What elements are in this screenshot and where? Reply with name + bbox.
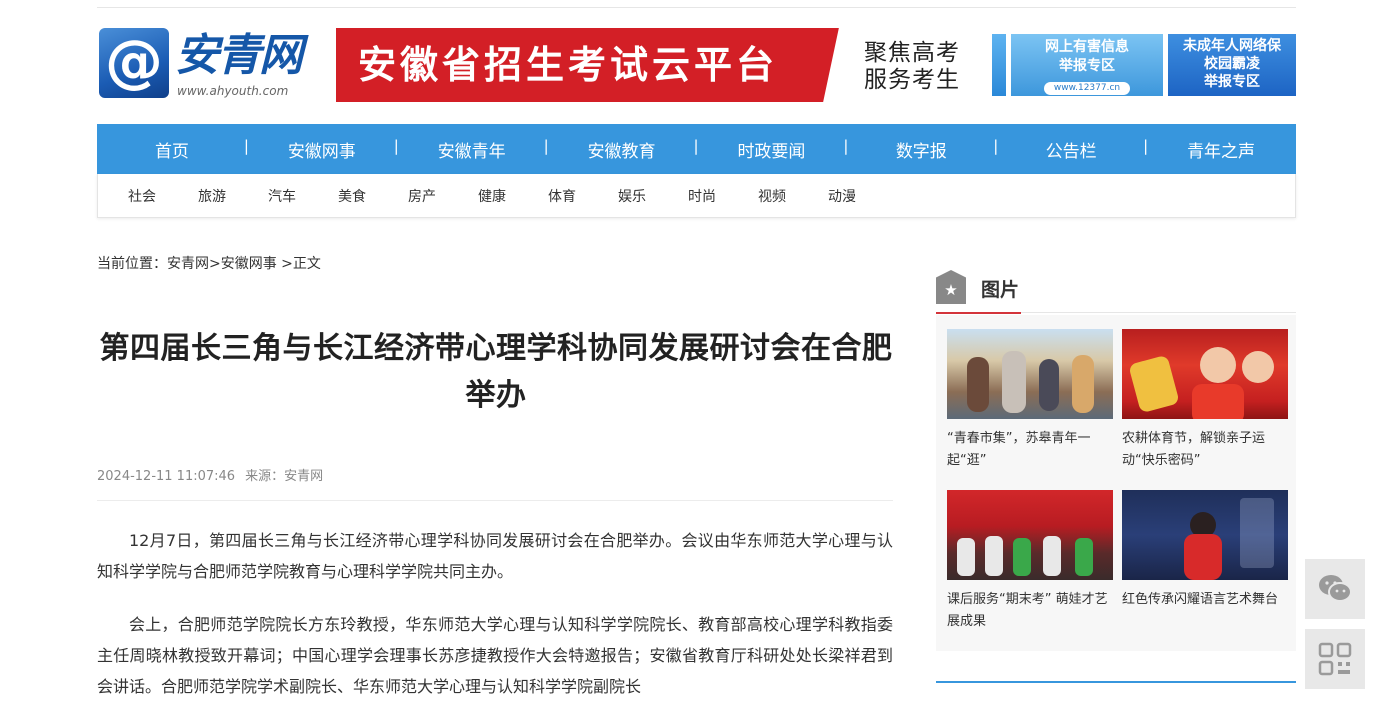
subnav-item-auto[interactable]: 汽车: [247, 186, 317, 206]
nav-item-home[interactable]: 首页: [97, 137, 247, 162]
subnav-item-sports[interactable]: 体育: [527, 186, 597, 206]
picture-card[interactable]: “青春市集”，苏皋青年一起“逛”: [947, 329, 1113, 472]
ad-right-line1: 未成年人网络保: [1183, 38, 1281, 54]
nav-item-bulletin[interactable]: 公告栏: [993, 137, 1146, 162]
nav-item-politics[interactable]: 时政要闻: [694, 137, 847, 162]
nav-item-digital-paper[interactable]: 数字报: [843, 137, 996, 162]
subnav-item-entertainment[interactable]: 娱乐: [597, 186, 667, 206]
picture-caption[interactable]: 课后服务“期末考” 萌娃才艺展成果: [947, 589, 1113, 633]
nav-item-anhui-education[interactable]: 安徽教育: [544, 137, 697, 162]
ad-left-url: www.12377.cn: [1043, 82, 1131, 95]
ad-right-line3: 举报专区: [1204, 74, 1260, 90]
logo-url: www.ahyouth.com: [177, 84, 289, 98]
breadcrumb-separator: >: [209, 256, 221, 272]
after-school-performance-photo[interactable]: [947, 490, 1113, 580]
nav-item-anhui-news[interactable]: 安徽网事: [244, 137, 397, 162]
banner-title: 安徽省招生考试云平台: [358, 43, 779, 87]
subnav-item-health[interactable]: 健康: [457, 186, 527, 206]
minor-protection-report-ad[interactable]: 未成年人网络保 校园霸凌 举报专区: [1168, 34, 1296, 96]
banner-slogan-line2: 服务考生: [864, 67, 960, 93]
ad-right-line2: 校园霸凌: [1204, 56, 1260, 72]
picture-caption[interactable]: 农耕体育节，解锁亲子运动“快乐密码”: [1122, 428, 1288, 472]
article-paragraph: 会上，合肥师范学院院长方东玲教授，华东师范大学心理与认知科学学院院长、教育部高校…: [97, 615, 893, 696]
logo-at-icon: @: [105, 27, 163, 95]
youth-market-photo[interactable]: [947, 329, 1113, 419]
nav-item-youth-voice[interactable]: 青年之声: [1143, 137, 1296, 162]
article-datetime: 2024-12-11 11:07:46: [97, 469, 236, 484]
harmful-info-report-ad[interactable]: 网上有害信息 举报专区 www.12377.cn: [1011, 34, 1163, 96]
wechat-icon: [1319, 575, 1352, 602]
subnav-item-video[interactable]: 视频: [737, 186, 807, 206]
meta-divider: [97, 500, 893, 501]
ad-left-line1: 网上有害信息: [1045, 39, 1129, 55]
picture-card[interactable]: 红色传承闪耀语言艺术舞台: [1122, 490, 1288, 611]
banner-slogan[interactable]: 聚焦高考 服务考生: [864, 40, 960, 94]
article-title: 第四届长三角与长江经济带心理学科协同发展研讨会在合肥举办: [99, 331, 893, 413]
article-meta: 2024-12-11 11:07:46 来源：安青网: [97, 465, 333, 484]
article-source: 来源：安青网: [245, 469, 324, 484]
subnav-item-anime[interactable]: 动漫: [807, 186, 877, 206]
logo-text: 安青网: [175, 30, 303, 81]
pictures-panel: “青春市集”，苏皋青年一起“逛” 农耕体育节，解锁亲子运动“快乐密码” 课后服务…: [936, 315, 1296, 651]
subnav-item-fashion[interactable]: 时尚: [667, 186, 737, 206]
picture-caption[interactable]: “青春市集”，苏皋青年一起“逛”: [947, 428, 1113, 472]
sidebar-next-section: [936, 681, 1296, 715]
pictures-section-header: ★ 图片: [936, 266, 1296, 314]
top-divider: [97, 7, 1296, 8]
qrcode-icon: [1318, 642, 1352, 676]
breadcrumb-home-link[interactable]: 安青网: [167, 256, 209, 272]
breadcrumb-prefix: 当前位置：: [97, 256, 167, 272]
subnav-item-travel[interactable]: 旅游: [177, 186, 247, 206]
farming-sports-photo[interactable]: [1122, 329, 1288, 419]
subnav-item-realty[interactable]: 房产: [387, 186, 457, 206]
pictures-section-title: 图片: [981, 279, 1020, 301]
main-nav: 首页 安徽网事 安徽青年 安徽教育 时政要闻 数字报 公告栏 青年之声: [97, 124, 1296, 174]
exam-platform-banner[interactable]: 安徽省招生考试云平台: [336, 28, 841, 102]
picture-caption[interactable]: 红色传承闪耀语言艺术舞台: [1122, 589, 1288, 611]
star-badge-icon: ★: [936, 270, 966, 304]
nav-item-anhui-youth[interactable]: 安徽青年: [394, 137, 547, 162]
site-logo[interactable]: @ 安青网 www.ahyouth.com: [99, 27, 304, 100]
logo-mark-box: @: [99, 27, 169, 98]
banner-cut-edge: [823, 28, 841, 102]
breadcrumb-separator: >: [276, 256, 293, 272]
ad-left-line2: 举报专区: [1059, 58, 1115, 74]
subnav-item-society[interactable]: 社会: [107, 186, 177, 206]
banner-slogan-line1: 聚焦高考: [864, 40, 960, 66]
ad-strip[interactable]: [992, 34, 1006, 96]
wechat-share-button[interactable]: [1305, 559, 1365, 619]
article-paragraph: 12月7日，第四届长三角与长江经济带心理学科协同发展研讨会在合肥举办。会议由华东…: [97, 531, 893, 581]
header-underline: [936, 312, 1021, 314]
breadcrumb-current: 正文: [292, 256, 321, 272]
qrcode-button[interactable]: [1305, 629, 1365, 689]
picture-card[interactable]: 课后服务“期末考” 萌娃才艺展成果: [947, 490, 1113, 633]
breadcrumb: 当前位置：安青网>安徽网事 >正文: [97, 253, 321, 273]
breadcrumb-section-link[interactable]: 安徽网事: [221, 256, 277, 272]
sub-nav: 社会 旅游 汽车 美食 房产 健康 体育 娱乐 时尚 视频 动漫: [97, 174, 1296, 218]
language-arts-stage-photo[interactable]: [1122, 490, 1288, 580]
picture-card[interactable]: 农耕体育节，解锁亲子运动“快乐密码”: [1122, 329, 1288, 472]
subnav-item-food[interactable]: 美食: [317, 186, 387, 206]
